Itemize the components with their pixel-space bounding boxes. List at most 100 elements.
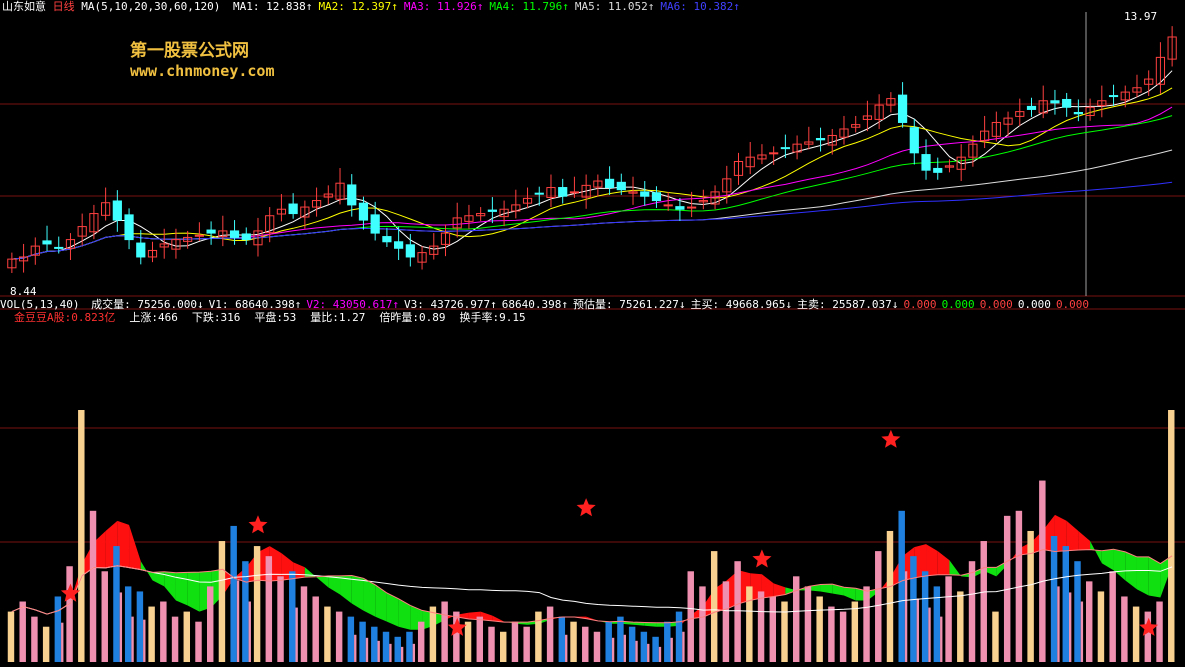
volume-bar (535, 611, 542, 662)
volume-bar (406, 631, 413, 662)
volume-band (375, 584, 387, 622)
stat-2: V2: 43050.617↑ (306, 298, 400, 311)
volume-bar-sub (377, 640, 380, 662)
volume-bar-sub (248, 601, 251, 662)
stat-3: MA4: 11.796↑ (489, 0, 569, 13)
candle (616, 181, 626, 191)
volume-bar (1144, 611, 1152, 662)
volume-bar-sub (916, 598, 919, 662)
star-icon (881, 429, 901, 448)
volume-bar (992, 611, 999, 662)
volume-bar (687, 571, 694, 662)
stock-chart (0, 12, 1185, 662)
volume-bar (160, 601, 167, 662)
volume-bar (781, 601, 788, 662)
candle (358, 202, 369, 221)
volume-bar (699, 586, 706, 662)
candle (921, 154, 931, 171)
volume-bar-sub (670, 637, 673, 662)
stat-0: 成交量: 75256.000↓ (91, 298, 204, 311)
volume-bar (453, 611, 460, 662)
volume-bar (31, 616, 38, 662)
candle (1050, 100, 1060, 104)
candle (558, 187, 568, 197)
volume-bar-sub (1057, 586, 1060, 662)
star-icon (248, 515, 268, 534)
volume-bar (558, 616, 566, 662)
candle (487, 209, 497, 212)
volume-bar (1121, 596, 1128, 662)
volume-bar (804, 586, 812, 662)
stat-1: 上涨:466 (129, 311, 178, 324)
stat-3: 平盘:53 (254, 311, 297, 324)
volume-bar (113, 546, 120, 662)
volume-bar (1097, 591, 1105, 662)
volume-bar-sub (143, 619, 146, 662)
volume-bar (605, 621, 612, 662)
price-low-label: 8.44 (10, 285, 37, 298)
period-label[interactable]: 日线 (53, 0, 75, 13)
stat-9: 0.000 (941, 298, 975, 311)
volume-bar (101, 571, 108, 662)
volume-bar (429, 606, 437, 662)
volume-band (949, 560, 962, 577)
volume-bar-sub (1069, 592, 1072, 662)
volume-bar (1027, 530, 1034, 662)
volume-bar (628, 626, 636, 662)
candle (640, 191, 650, 197)
candle (663, 204, 673, 207)
volume-bar (183, 611, 191, 662)
volume-bar (675, 611, 683, 662)
volume-bar-sub (119, 592, 123, 662)
volume-bar (875, 551, 882, 662)
volume-bar (511, 621, 519, 662)
volume-bar-sub (131, 616, 134, 662)
volume-bar (253, 546, 261, 662)
volume-bar (488, 626, 495, 662)
stat-2: MA3: 11.926↑ (403, 0, 484, 13)
volume-bar-sub (682, 631, 685, 662)
volume-stats: 成交量: 75256.000↓ V1: 68640.398↑ V2: 43050.6… (86, 298, 1089, 311)
volume-bar (617, 616, 624, 662)
candle (909, 127, 919, 154)
candle (651, 192, 662, 202)
candle (124, 214, 134, 241)
candle (112, 200, 122, 221)
stat-6: 换手率:9.15 (459, 311, 526, 324)
volume-bar (593, 631, 601, 662)
volume-band (398, 598, 411, 630)
volume-bar (312, 596, 319, 662)
volume-bar (7, 611, 15, 662)
candle (815, 138, 826, 141)
volume-bar (1109, 571, 1116, 662)
watermark-title: 第一股票公式网 (130, 41, 249, 61)
volume-bar (910, 556, 917, 662)
volume-bar-sub (647, 643, 650, 662)
volume-band (926, 544, 938, 576)
volume-bar (1050, 536, 1058, 662)
volume-bar-sub (565, 634, 568, 662)
candle (604, 178, 615, 189)
stock-name[interactable]: 山东如意 (2, 0, 46, 13)
stat-11: 0.000 (1017, 298, 1051, 311)
volume-header: VOL(5,13,40) 成交量: 75256.000↓ V1: 68640.39… (0, 299, 1089, 311)
ma-line-5 (11, 70, 1173, 260)
stat-7: 主卖: 25587.037↓ (796, 298, 899, 311)
stat-5: MA6: 10.382↑ (660, 0, 740, 13)
volume-bar (359, 621, 366, 662)
volume-bar-sub (635, 640, 638, 662)
volume-bar (1039, 480, 1046, 662)
volume-bar-sub (389, 643, 392, 662)
candle (1108, 95, 1119, 98)
candle (1073, 111, 1083, 115)
volume-bar (851, 601, 859, 662)
volume-bar (828, 606, 835, 662)
volume-bar (839, 611, 847, 662)
volume-bar-sub (236, 580, 240, 662)
ma-lines (11, 70, 1173, 260)
stat-4: 量比:1.27 (310, 311, 366, 324)
volume-bar (863, 586, 870, 662)
volume-bar (523, 626, 530, 662)
volume-bar (757, 591, 765, 662)
candle (288, 203, 298, 215)
